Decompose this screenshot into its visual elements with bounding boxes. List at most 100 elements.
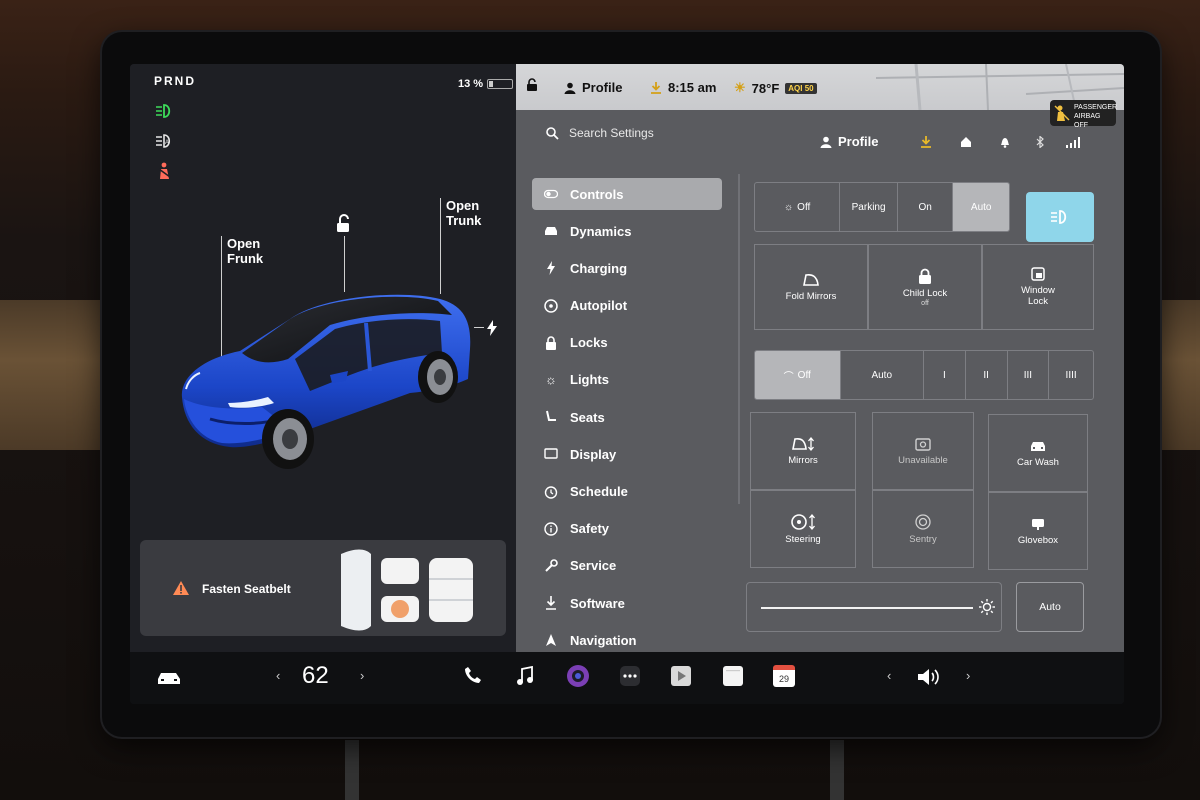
bluetooth-icon[interactable] <box>1036 136 1044 148</box>
lock-status-icon <box>527 78 537 91</box>
menu-item-label: Seats <box>570 409 605 425</box>
notes-app-icon[interactable] <box>722 665 744 687</box>
volume-up-chevron-icon[interactable]: › <box>966 668 970 683</box>
car-wash-icon <box>1031 441 1045 451</box>
download-icon[interactable] <box>920 136 932 148</box>
mirror-icon <box>803 273 819 286</box>
sentry-button[interactable]: Sentry <box>872 490 974 568</box>
menu-item-label: Software <box>570 595 625 611</box>
sentry-icon <box>915 513 931 530</box>
headlights-off-option[interactable]: ☼ Off <box>755 183 841 231</box>
wipers-off-option[interactable]: ⌒ Off <box>755 351 841 399</box>
car-icon[interactable] <box>156 670 182 686</box>
menu-item-lights[interactable]: ☼ Lights <box>532 364 722 396</box>
brightness-auto-button[interactable]: Auto <box>1016 582 1084 632</box>
camera-icon <box>915 437 931 451</box>
car-wash-label: Car Wash <box>1017 456 1059 468</box>
glovebox-button[interactable]: Glovebox <box>988 492 1088 570</box>
headlights-parking-option[interactable]: Parking <box>840 183 898 231</box>
cabin-temperature[interactable]: 62 <box>302 662 329 690</box>
menu-item-autopilot[interactable]: Autopilot <box>532 290 722 322</box>
music-icon[interactable] <box>516 666 534 686</box>
headlights-auto-option[interactable]: Auto <box>953 183 1009 231</box>
battery-status: 13 % <box>458 78 514 90</box>
profile-button[interactable]: Profile <box>820 134 878 149</box>
steering-label: Steering <box>785 533 821 545</box>
status-bar-map: Profile 8:15 am ☀ 78°F AQI 50 <box>516 64 1124 110</box>
aqi-badge: AQI 50 <box>785 82 817 94</box>
calendar-icon[interactable]: 29 <box>773 665 795 687</box>
wipers-speed-1-option[interactable]: I <box>924 351 966 399</box>
frunk-label-line1: Open <box>227 236 261 251</box>
open-frunk-button[interactable]: Open Frunk <box>227 236 263 266</box>
auto-high-beam-button[interactable] <box>1026 192 1094 242</box>
menu-item-label: Schedule <box>570 484 628 499</box>
window-lock-button[interactable]: Window Lock <box>982 244 1094 330</box>
menu-scrollbar[interactable] <box>738 174 740 504</box>
phone-icon[interactable] <box>464 666 482 684</box>
wipers-speed-3-label: III <box>1023 369 1033 381</box>
menu-item-schedule[interactable]: Schedule <box>532 476 722 508</box>
more-apps-icon[interactable] <box>619 665 641 687</box>
lte-signal-icon <box>1066 137 1080 148</box>
child-lock-button[interactable]: Child Lock off <box>868 244 982 330</box>
menu-item-label: Service <box>570 558 617 574</box>
mirrors-adjust-button[interactable]: Mirrors <box>750 412 856 490</box>
seat-occupancy-map <box>341 549 473 631</box>
wrench-icon <box>544 559 558 573</box>
menu-item-software[interactable]: Software <box>532 587 722 619</box>
wipers-auto-option[interactable]: Auto <box>841 351 924 399</box>
wipers-speed-3-option[interactable]: III <box>1008 351 1050 399</box>
clock-time: 8:15 am <box>668 80 717 95</box>
settings-menu: Controls Dynamics Charging Autopilot Locks ☼ L… <box>532 178 722 661</box>
menu-item-label: Display <box>570 446 617 462</box>
status-profile[interactable]: Profile <box>564 80 622 95</box>
menu-item-label: Locks <box>570 335 608 351</box>
menu-item-display[interactable]: Display <box>532 438 722 470</box>
unlock-icon[interactable] <box>334 214 352 234</box>
download-icon <box>651 81 661 94</box>
profile-label: Profile <box>838 134 879 149</box>
menu-item-locks[interactable]: Locks <box>532 327 722 359</box>
menu-item-charging[interactable]: Charging <box>532 252 722 284</box>
trunk-label-line2: Trunk <box>446 213 482 228</box>
camera-app-icon[interactable] <box>566 664 590 688</box>
person-icon <box>564 82 576 94</box>
wipers-speed-2-option[interactable]: II <box>966 351 1008 399</box>
glovebox-icon <box>1032 518 1044 530</box>
menu-item-service[interactable]: Service <box>532 550 722 582</box>
window-lock-label-2: Lock <box>1027 296 1049 307</box>
media-player-icon[interactable] <box>670 665 692 687</box>
wipers-off-label: Off <box>797 369 811 381</box>
fold-mirrors-button[interactable]: Fold Mirrors <box>754 244 868 330</box>
menu-item-controls[interactable]: Controls <box>532 178 722 210</box>
volume-down-chevron-icon[interactable]: ‹ <box>887 668 891 683</box>
wipers-speed-4-option[interactable]: IIII <box>1049 351 1093 399</box>
headlights-on-option[interactable]: On <box>898 183 954 231</box>
screen-mount <box>830 740 844 800</box>
display-brightness-slider[interactable] <box>746 582 1002 632</box>
home-icon[interactable] <box>960 136 972 148</box>
battery-icon <box>487 79 514 89</box>
menu-item-dynamics[interactable]: Dynamics <box>532 215 722 247</box>
open-trunk-button[interactable]: Open Trunk <box>446 198 481 228</box>
temp-down-chevron-icon[interactable]: ‹ <box>276 668 280 683</box>
download-icon <box>544 596 558 610</box>
volume-icon[interactable] <box>916 667 942 687</box>
steering-adjust-button[interactable]: Steering <box>750 490 856 568</box>
bolt-icon <box>544 261 558 276</box>
temp-up-chevron-icon[interactable]: › <box>360 668 364 683</box>
search-settings[interactable]: Search Settings <box>546 126 654 140</box>
headlights-parking-label: Parking <box>851 201 886 213</box>
menu-item-seats[interactable]: Seats <box>532 401 722 433</box>
seatbelt-alert[interactable]: Fasten Seatbelt <box>140 540 506 636</box>
bell-icon[interactable] <box>1000 136 1010 148</box>
trunk-label-line1: Open <box>446 198 480 213</box>
brightness-icon <box>979 599 995 615</box>
headlights-off-label: Off <box>797 201 811 213</box>
brightness-track[interactable] <box>761 607 973 609</box>
charge-port-icon[interactable] <box>486 320 498 336</box>
menu-item-safety[interactable]: Safety <box>532 513 722 545</box>
settings-header: Search Settings Profile <box>516 110 1124 160</box>
car-wash-button[interactable]: Car Wash <box>988 414 1088 492</box>
